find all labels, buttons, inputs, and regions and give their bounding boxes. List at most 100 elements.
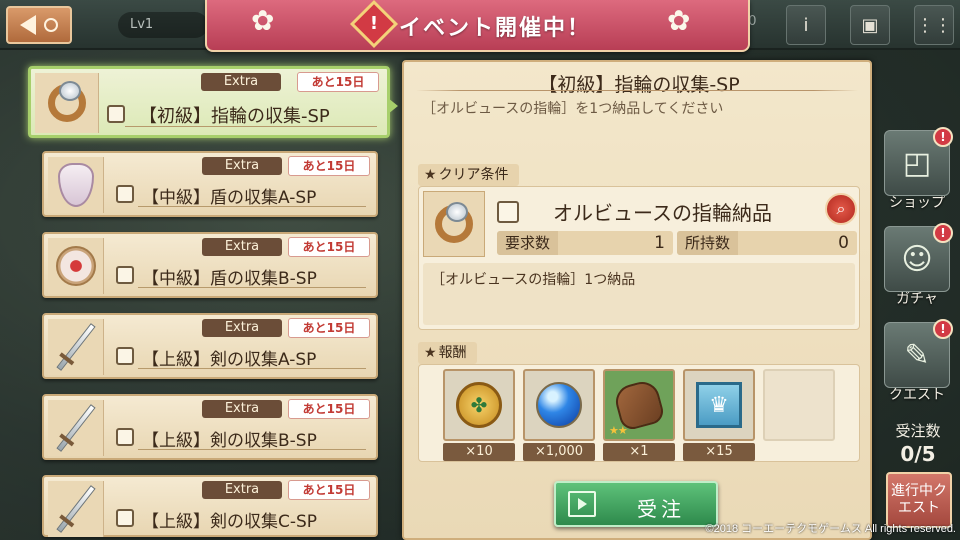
- accept-count: 0/5: [900, 442, 936, 466]
- gacha-cat-icon: ☺!: [884, 223, 953, 292]
- quest-card[interactable]: Extra あと15日 【中級】盾の収集B-SP: [42, 232, 378, 298]
- copyright-text: ©2018 コーエーテクモゲームス All rights reserved.: [705, 523, 956, 535]
- event-banner: ✿ ✿ ! イベント開催中！: [205, 0, 750, 52]
- ring-icon: [423, 191, 485, 257]
- reward-count: ×1: [603, 443, 675, 461]
- condition-name: オルビュースの指輪納品: [553, 201, 772, 225]
- divider: [138, 449, 366, 450]
- play-icon: [568, 491, 596, 517]
- round-shield-icon: [48, 238, 104, 294]
- shop-button[interactable]: ◰! ショップ: [878, 127, 956, 212]
- blue-orb-icon: [536, 382, 582, 428]
- reward-item[interactable]: ×1,000: [523, 369, 595, 463]
- event-title: イベント開催中！: [399, 16, 592, 41]
- ring-icon: [35, 73, 99, 133]
- reward-count: ×15: [683, 443, 755, 461]
- back-button[interactable]: [6, 6, 72, 44]
- days-remaining: あと15日: [288, 480, 370, 500]
- flower-icon: ✿: [667, 4, 691, 37]
- extra-tag: Extra: [202, 400, 282, 418]
- reward-count: ×1,000: [523, 443, 595, 461]
- quest-type-icon: [116, 185, 134, 203]
- sword-icon: [48, 481, 104, 537]
- extra-tag: Extra: [201, 73, 281, 91]
- quest-card[interactable]: Extra あと15日 【上級】剣の収集B-SP: [42, 394, 378, 460]
- reward-item[interactable]: ★★ ×1: [603, 369, 675, 463]
- reward-count: ×10: [443, 443, 515, 461]
- empty-reward-slot: [763, 369, 835, 463]
- rarity-stars: ★★: [609, 424, 628, 437]
- quest-name: 【上級】剣の収集B-SP: [142, 431, 317, 451]
- days-remaining: あと15日: [297, 72, 379, 92]
- info-icon[interactable]: i: [786, 5, 826, 45]
- days-remaining: あと15日: [288, 318, 370, 338]
- coin-icon: ✤: [456, 382, 502, 428]
- flower-icon: ✿: [251, 4, 275, 37]
- quest-card[interactable]: Extra あと15日 【初級】指輪の収集-SP: [28, 66, 390, 138]
- detail-title: 【初級】指輪の収集-SP: [538, 74, 740, 96]
- quill-icon: ✎!: [884, 319, 953, 388]
- back-arrow-icon: [20, 15, 36, 35]
- owned-label: 所持数: [677, 231, 739, 255]
- quest-button[interactable]: ✎! クエスト: [878, 319, 956, 404]
- detail-subtitle: ［オルビュースの指輪］を1つ納品してください: [422, 101, 724, 117]
- quest-card[interactable]: Extra あと15日 【上級】剣の収集C-SP: [42, 475, 378, 537]
- menu-icon[interactable]: ⋮⋮: [914, 5, 954, 45]
- owned-count-row: 所持数 0: [677, 231, 857, 255]
- magnifier-icon: ⌕: [836, 199, 846, 218]
- reward-item[interactable]: ♛ ×15: [683, 369, 755, 463]
- required-value: 1: [654, 233, 665, 253]
- quest-type-icon: [107, 105, 125, 123]
- swirl-icon: [44, 18, 58, 32]
- days-remaining: あと15日: [288, 156, 370, 176]
- divider: [416, 90, 858, 91]
- alert-badge: !: [933, 319, 953, 339]
- quest-name: 【中級】盾の収集B-SP: [142, 269, 317, 289]
- sword-icon: [48, 400, 104, 456]
- quest-card[interactable]: Extra あと15日 【上級】剣の収集A-SP: [42, 313, 378, 379]
- reward-box: ✤ ×10 ×1,000 ★★ ×1 ♛ ×15: [418, 364, 860, 462]
- divider: [138, 287, 366, 288]
- quest-name: 【初級】指輪の収集-SP: [139, 106, 330, 127]
- divider: [138, 206, 366, 207]
- selected-arrow-icon: [388, 98, 398, 114]
- crown-icon: ♛: [696, 382, 742, 428]
- accept-label: 受注: [637, 497, 685, 521]
- search-button[interactable]: ⌕: [825, 193, 857, 225]
- shield-icon: [48, 157, 104, 213]
- condition-description: ［オルビュースの指輪］1つ納品: [423, 263, 855, 325]
- quest-card[interactable]: Extra あと15日 【中級】盾の収集A-SP: [42, 151, 378, 217]
- reward-label: ★ 報酬: [418, 342, 477, 364]
- extra-tag: Extra: [202, 481, 282, 499]
- extra-tag: Extra: [202, 238, 282, 256]
- quest-detail-panel: 【初級】指輪の収集-SP ［オルビュースの指輪］を1つ納品してください ★ クリア…: [402, 60, 872, 540]
- owned-value: 0: [838, 233, 849, 253]
- shop-bag-icon: ◰!: [884, 127, 953, 196]
- days-remaining: あと15日: [288, 237, 370, 257]
- required-count-row: 要求数 1: [497, 231, 673, 255]
- quest-name: 【中級】盾の収集A-SP: [142, 188, 317, 208]
- star-icon: ★: [424, 345, 437, 361]
- alert-badge: !: [933, 223, 953, 243]
- reward-item[interactable]: ✤ ×10: [443, 369, 515, 463]
- sword-icon: [48, 319, 104, 375]
- gacha-button[interactable]: ☺! ガチャ: [878, 223, 956, 308]
- quest-name: 【上級】剣の収集A-SP: [142, 350, 317, 370]
- quest-type-icon: [497, 201, 519, 223]
- quest-name: 【上級】剣の収集C-SP: [142, 512, 318, 532]
- divider: [125, 126, 377, 127]
- accept-count-label: 受注数: [895, 422, 941, 440]
- player-level: Lv1: [118, 12, 208, 38]
- star-icon: ★: [424, 167, 437, 183]
- divider: [138, 368, 366, 369]
- quest-type-icon: [116, 428, 134, 446]
- alert-icon: !: [349, 0, 399, 49]
- quest-type-icon: [116, 347, 134, 365]
- gift-icon[interactable]: ▣: [850, 5, 890, 45]
- required-label: 要求数: [497, 231, 559, 255]
- days-remaining: あと15日: [288, 399, 370, 419]
- alert-badge: !: [933, 127, 953, 147]
- quest-type-icon: [116, 509, 134, 527]
- quest-type-icon: [116, 266, 134, 284]
- accept-button[interactable]: 受注: [554, 481, 718, 527]
